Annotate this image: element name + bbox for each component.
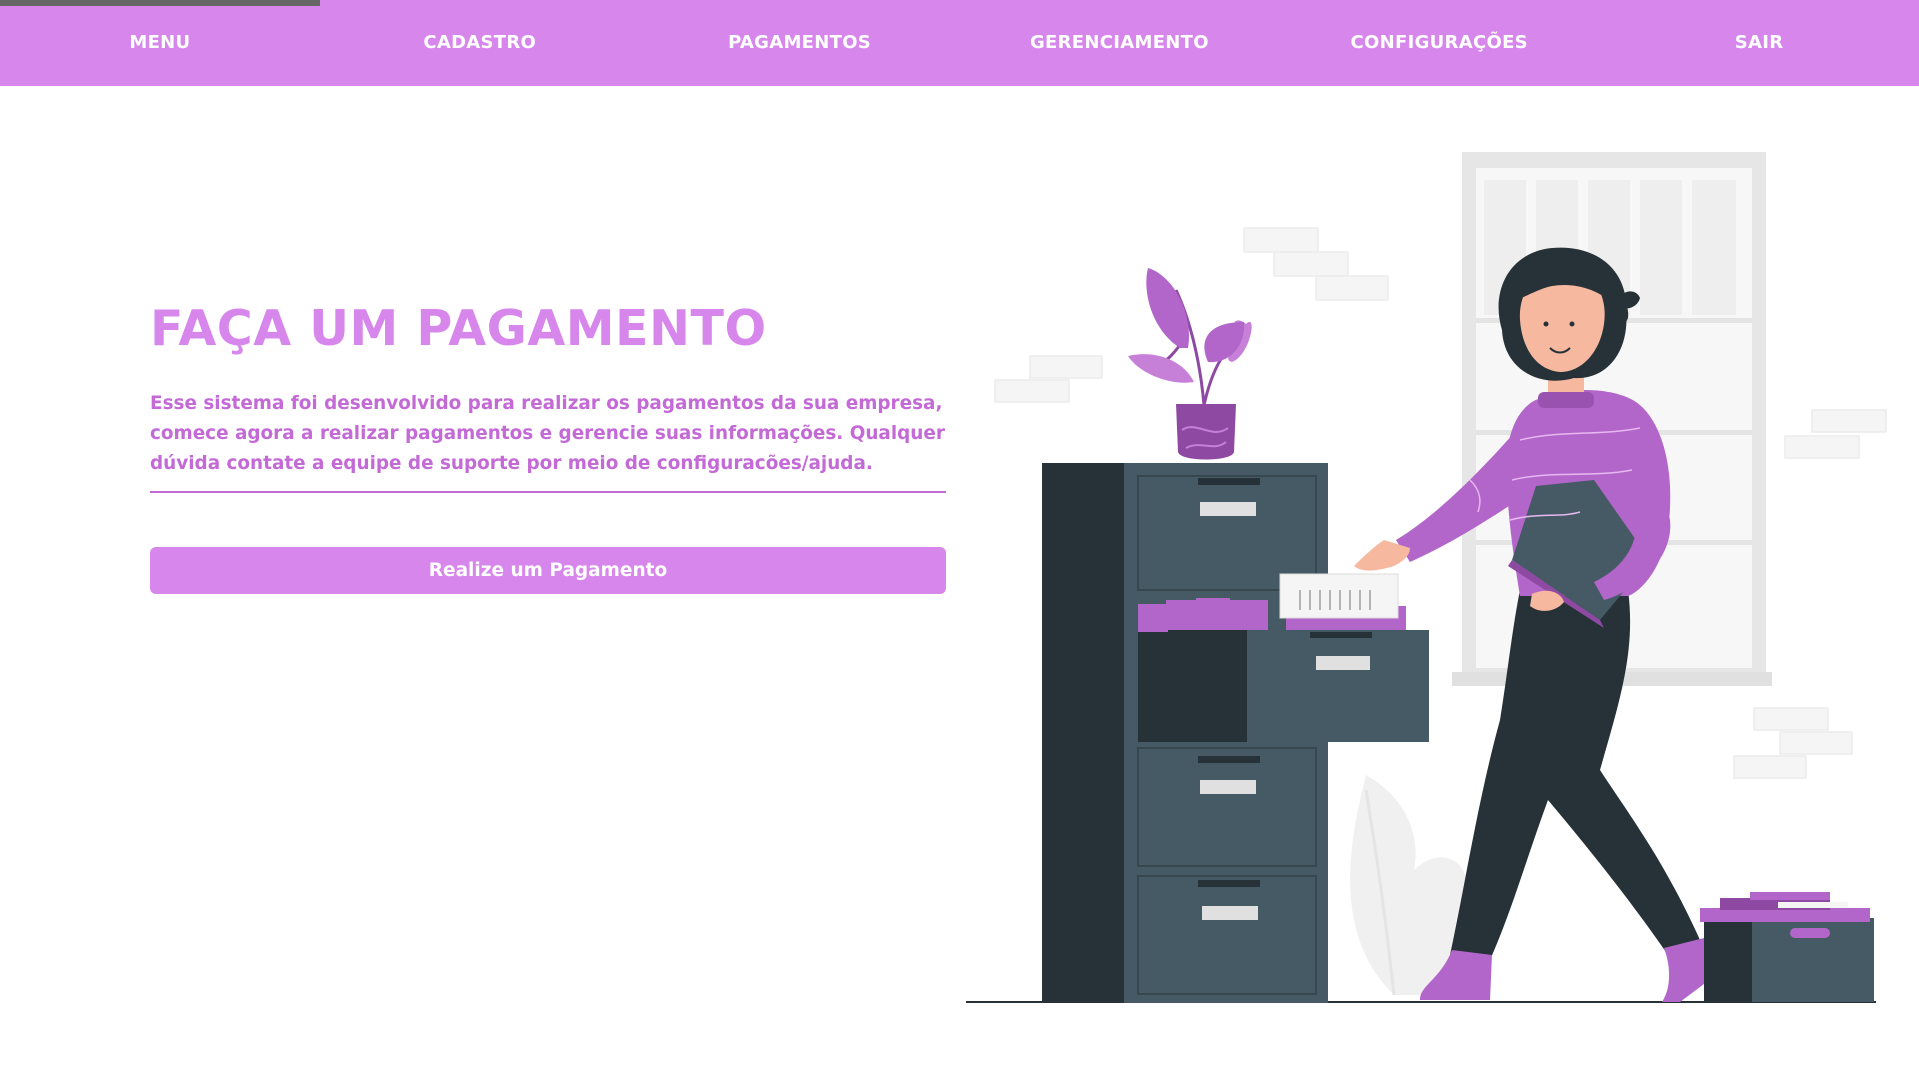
hero-description: Esse sistema foi desenvolvido para reali… [150,392,945,474]
active-nav-indicator [0,0,320,6]
page-title: FAÇA UM PAGAMENTO [150,300,767,357]
make-payment-button[interactable]: Realize um Pagamento [150,546,946,594]
divider [150,490,946,493]
potted-plant [1128,268,1252,460]
nav-item-menu[interactable]: MENU [0,0,320,86]
nav-item-gerenciamento[interactable]: GERENCIAMENTO [959,0,1279,86]
box-with-folders [1700,892,1874,1002]
nav-item-pagamentos[interactable]: PAGAMENTOS [640,0,960,86]
nav-item-sair[interactable]: SAIR [1599,0,1919,86]
top-navigation-bar: MENU CADASTRO PAGAMENTOS GERENCIAMENTO C… [0,0,1919,86]
hero-section: FAÇA UM PAGAMENTO Esse sistema foi desen… [150,300,946,594]
filing-cabinet-illustration [966,152,1887,1003]
nav-item-cadastro[interactable]: CADASTRO [320,0,640,86]
nav-item-configuracoes[interactable]: CONFIGURAÇÕES [1279,0,1599,86]
